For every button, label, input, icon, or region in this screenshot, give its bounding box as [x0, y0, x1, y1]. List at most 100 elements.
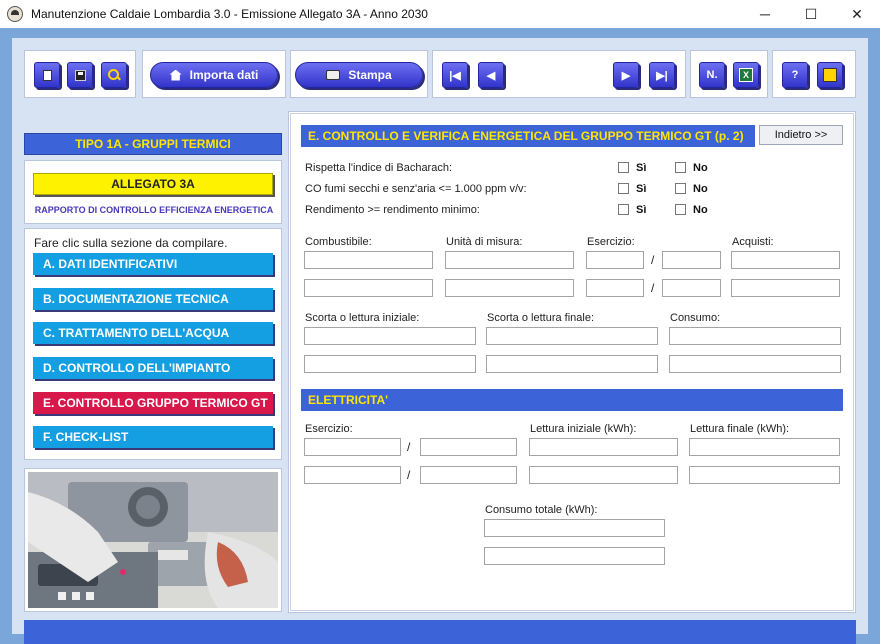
save-button[interactable]	[67, 62, 93, 88]
search-icon	[108, 69, 120, 81]
lettura-iniziale-label: Lettura iniziale (kWh):	[530, 423, 637, 435]
rendimento-yes-label: Sì	[636, 204, 647, 216]
app-icon	[7, 6, 23, 22]
co-fumi-no-checkbox[interactable]	[675, 183, 686, 194]
section-hint: Fare clic sulla sezione da compilare.	[34, 236, 228, 250]
boiler-photo-illustration	[28, 472, 278, 608]
bacharach-yes-label: Sì	[636, 162, 647, 174]
section-c-button[interactable]: C. TRATTAMENTO DELL'ACQUA	[33, 322, 273, 344]
question-co-fumi: CO fumi secchi e senz'aria <= 1.000 ppm …	[305, 183, 527, 195]
import-data-label: Importa dati	[189, 68, 259, 82]
lettura-finale-field-1[interactable]	[689, 438, 840, 456]
consumo-field-2[interactable]	[669, 355, 841, 373]
lettura-iniziale-field-1[interactable]	[529, 438, 678, 456]
search-button[interactable]	[101, 62, 127, 88]
section-b-button[interactable]: B. DOCUMENTAZIONE TECNICA	[33, 288, 273, 310]
tipo-header: TIPO 1A - GRUPPI TERMICI	[24, 133, 282, 155]
app-frame: Importa dati Stampa |◀ ◀ ▶ ▶| N. X ? TIP…	[0, 28, 880, 644]
acquisti-field-2[interactable]	[731, 279, 840, 297]
section-e-button[interactable]: E. CONTROLLO GRUPPO TERMICO GT	[33, 392, 273, 414]
print-label: Stampa	[348, 68, 392, 82]
help-button[interactable]: ?	[782, 62, 808, 88]
bacharach-yes-checkbox[interactable]	[618, 162, 629, 173]
maximize-button[interactable]: ☐	[788, 0, 834, 28]
acquisti-field-1[interactable]	[731, 251, 840, 269]
co-fumi-yes-label: Sì	[636, 183, 647, 195]
consumo-totale-field-1[interactable]	[484, 519, 665, 537]
co-fumi-yes-checkbox[interactable]	[618, 183, 629, 194]
status-bar	[24, 620, 856, 644]
elec-esercizio-separator-2: /	[407, 468, 411, 482]
section-e-header: E. CONTROLLO E VERIFICA ENERGETICA DEL G…	[301, 125, 755, 147]
lettura-iniziale-field-2[interactable]	[529, 466, 678, 484]
elec-esercizio-to-field-2[interactable]	[420, 466, 517, 484]
question-bacharach: Rispetta l'indice di Bacharach:	[305, 162, 453, 174]
scorta-finale-field-2[interactable]	[486, 355, 658, 373]
bacharach-no-checkbox[interactable]	[675, 162, 686, 173]
printer-icon	[326, 70, 341, 80]
close-button[interactable]: ✕	[834, 0, 880, 28]
acquisti-label: Acquisti:	[732, 236, 774, 248]
co-fumi-no-label: No	[693, 183, 708, 195]
rendimento-yes-checkbox[interactable]	[618, 204, 629, 215]
combustibile-label: Combustibile:	[305, 236, 372, 248]
unita-misura-field-1[interactable]	[445, 251, 574, 269]
help-toolbar-group: ?	[772, 50, 856, 98]
consumo-label: Consumo:	[670, 312, 721, 324]
unita-misura-field-2[interactable]	[445, 279, 574, 297]
allegato-button[interactable]: ALLEGATO 3A	[33, 173, 273, 195]
window-title: Manutenzione Caldaie Lombardia 3.0 - Emi…	[31, 7, 428, 21]
elec-esercizio-label: Esercizio:	[305, 423, 353, 435]
next-record-button[interactable]: ▶	[613, 62, 639, 88]
unita-misura-label: Unità di misura:	[446, 236, 523, 248]
elec-esercizio-from-field-2[interactable]	[304, 466, 401, 484]
rendimento-no-label: No	[693, 204, 708, 216]
app-body: Importa dati Stampa |◀ ◀ ▶ ▶| N. X ? TIP…	[12, 38, 868, 644]
import-data-button[interactable]: Importa dati	[150, 62, 278, 88]
back-button[interactable]: Indietro >>	[759, 125, 843, 145]
consumo-field-1[interactable]	[669, 327, 841, 345]
section-menu: Fare clic sulla sezione da compilare. A.…	[24, 228, 282, 460]
esercizio-from-field-2[interactable]	[586, 279, 644, 297]
exit-icon	[823, 68, 837, 82]
scorta-finale-field-1[interactable]	[486, 327, 658, 345]
section-d-button[interactable]: D. CONTROLLO DELL'IMPIANTO	[33, 357, 273, 379]
esercizio-to-field-1[interactable]	[662, 251, 721, 269]
esercizio-separator-1: /	[651, 253, 655, 267]
print-button[interactable]: Stampa	[295, 62, 423, 88]
new-document-icon	[42, 69, 52, 81]
esercizio-to-field-2[interactable]	[662, 279, 721, 297]
combustibile-field-2[interactable]	[304, 279, 433, 297]
esercizio-from-field-1[interactable]	[586, 251, 644, 269]
elec-esercizio-to-field-1[interactable]	[420, 438, 517, 456]
title-bar: Manutenzione Caldaie Lombardia 3.0 - Emi…	[0, 0, 880, 28]
allegato-panel: ALLEGATO 3A RAPPORTO DI CONTROLLO EFFICI…	[24, 160, 282, 224]
scorta-finale-label: Scorta o lettura finale:	[487, 312, 595, 324]
consumo-totale-field-2[interactable]	[484, 547, 665, 565]
combustibile-field-1[interactable]	[304, 251, 433, 269]
exit-button[interactable]	[817, 62, 843, 88]
import-toolbar-group: Importa dati	[142, 50, 286, 98]
allegato-subtitle: RAPPORTO DI CONTROLLO EFFICIENZA ENERGET…	[34, 205, 274, 215]
excel-export-button[interactable]: X	[733, 62, 759, 88]
section-f-button[interactable]: F. CHECK-LIST	[33, 426, 273, 448]
lettura-finale-field-2[interactable]	[689, 466, 840, 484]
first-record-button[interactable]: |◀	[442, 62, 468, 88]
bacharach-no-label: No	[693, 162, 708, 174]
scorta-iniziale-label: Scorta o lettura iniziale:	[305, 312, 420, 324]
help-icon: ?	[791, 69, 799, 81]
previous-record-button[interactable]: ◀	[478, 62, 504, 88]
new-button[interactable]	[34, 62, 60, 88]
navigation-toolbar-group: |◀ ◀ ▶ ▶|	[432, 50, 686, 98]
records-toolbar-group: N. X	[690, 50, 768, 98]
last-record-button[interactable]: ▶|	[649, 62, 675, 88]
minimize-button[interactable]: ─	[742, 0, 788, 28]
scorta-iniziale-field-2[interactable]	[304, 355, 476, 373]
question-rendimento: Rendimento >= rendimento minimo:	[305, 204, 480, 216]
rendimento-no-checkbox[interactable]	[675, 204, 686, 215]
scorta-iniziale-field-1[interactable]	[304, 327, 476, 345]
home-icon	[169, 69, 182, 81]
elec-esercizio-from-field-1[interactable]	[304, 438, 401, 456]
record-number-button[interactable]: N.	[699, 62, 725, 88]
section-a-button[interactable]: A. DATI IDENTIFICATIVI	[33, 253, 273, 275]
